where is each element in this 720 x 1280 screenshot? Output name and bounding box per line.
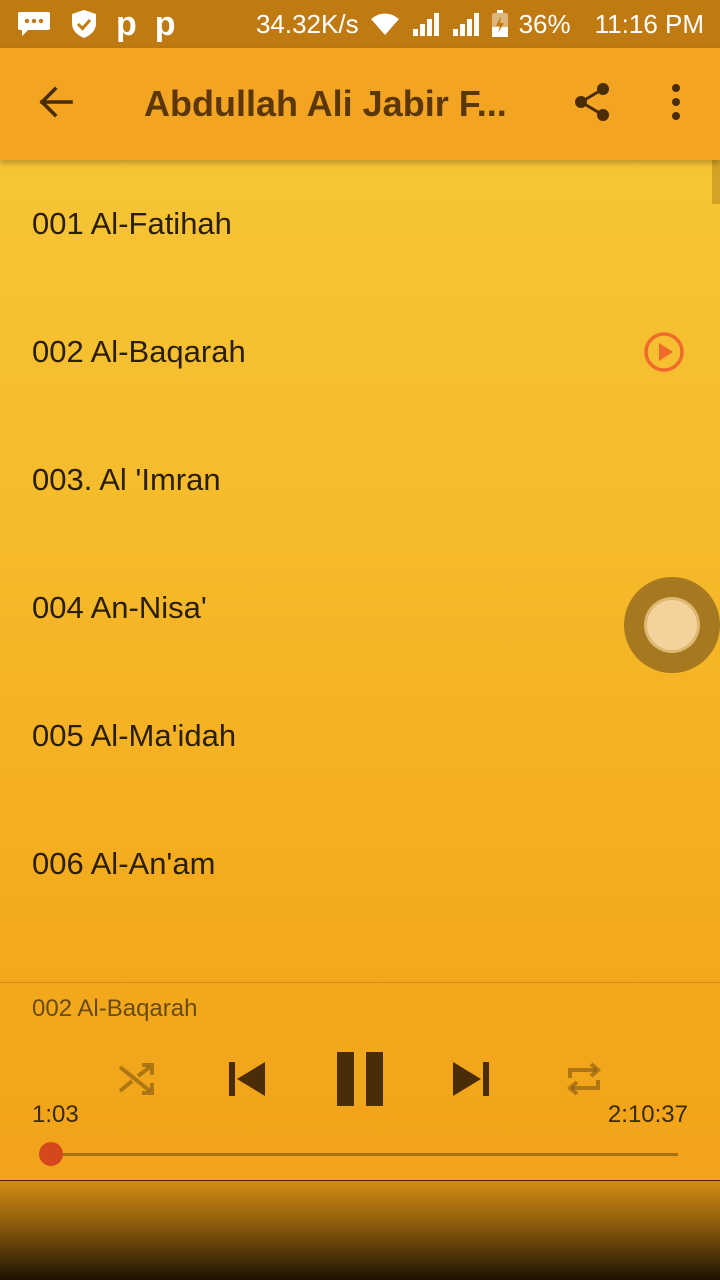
now-playing-title: 002 Al-Baqarah — [32, 995, 198, 1022]
shuffle-button[interactable] — [110, 1061, 162, 1101]
shield-icon — [70, 9, 98, 39]
signal-icon — [451, 11, 481, 37]
battery-icon — [491, 10, 509, 38]
wifi-icon — [369, 11, 401, 37]
shuffle-icon — [116, 1061, 156, 1102]
network-speed: 34.32K/s — [255, 8, 359, 39]
app-bar: Abdullah Ali Jabir F... — [0, 48, 720, 160]
pause-button[interactable] — [330, 1051, 390, 1111]
skip-next-icon — [451, 1060, 491, 1103]
next-button[interactable] — [446, 1059, 496, 1103]
repeat-button[interactable] — [558, 1059, 610, 1103]
share-icon — [572, 81, 612, 128]
track-item-005[interactable]: 005 Al-Ma'idah — [0, 672, 720, 800]
bottom-fade — [0, 1180, 720, 1280]
track-item-003[interactable]: 003. Al 'Imran — [0, 416, 720, 544]
track-item-001[interactable]: 001 Al-Fatihah — [0, 160, 720, 288]
elapsed-time: 1:03 — [32, 1101, 79, 1128]
page-title: Abdullah Ali Jabir F... — [144, 83, 507, 124]
total-duration: 2:10:37 — [607, 1101, 688, 1128]
chat-icon — [16, 10, 52, 38]
track-label: 003. Al 'Imran — [32, 462, 221, 497]
more-options-button[interactable] — [648, 72, 704, 136]
seek-bar[interactable] — [39, 1142, 678, 1166]
scrollbar-thumb[interactable] — [712, 160, 720, 204]
track-item-004[interactable]: 004 An-Nisa' — [0, 544, 720, 672]
share-button[interactable] — [560, 72, 624, 136]
track-item-006[interactable]: 006 Al-An'am — [0, 800, 720, 928]
battery-percent: 36% — [518, 8, 571, 39]
more-vert-icon — [671, 83, 681, 125]
track-label: 005 Al-Ma'idah — [32, 718, 237, 753]
pause-icon — [335, 1051, 385, 1112]
clock: 11:16 PM — [594, 8, 704, 39]
now-playing-icon — [642, 330, 686, 374]
player-panel: 002 Al-Baqarah 1:03 2:10:37 — [0, 982, 720, 1180]
assistive-touch-icon — [644, 597, 700, 653]
track-label: 006 Al-An'am — [32, 846, 216, 881]
back-arrow-icon — [38, 84, 74, 125]
track-list[interactable]: 001 Al-Fatihah 002 Al-Baqarah 003. Al 'I… — [0, 160, 720, 980]
track-label: 004 An-Nisa' — [32, 590, 207, 625]
seek-thumb[interactable] — [39, 1142, 64, 1166]
status-bar-left: p p — [16, 7, 176, 41]
track-item-002[interactable]: 002 Al-Baqarah — [0, 288, 720, 416]
p-icon: p — [116, 5, 137, 43]
skip-previous-icon — [227, 1060, 267, 1103]
status-bar: p p 34.32K/s 36% 11:16 PM — [0, 0, 720, 48]
track-label: 002 Al-Baqarah — [32, 334, 246, 369]
previous-button[interactable] — [222, 1059, 272, 1103]
repeat-icon — [564, 1060, 604, 1103]
back-button[interactable] — [0, 48, 112, 160]
signal-icon — [411, 11, 441, 37]
assistive-touch-button[interactable] — [624, 577, 720, 673]
p-icon: p — [154, 5, 176, 43]
track-label: 001 Al-Fatihah — [32, 206, 232, 241]
status-bar-right: 34.32K/s 36% 11:16 PM — [256, 9, 704, 40]
